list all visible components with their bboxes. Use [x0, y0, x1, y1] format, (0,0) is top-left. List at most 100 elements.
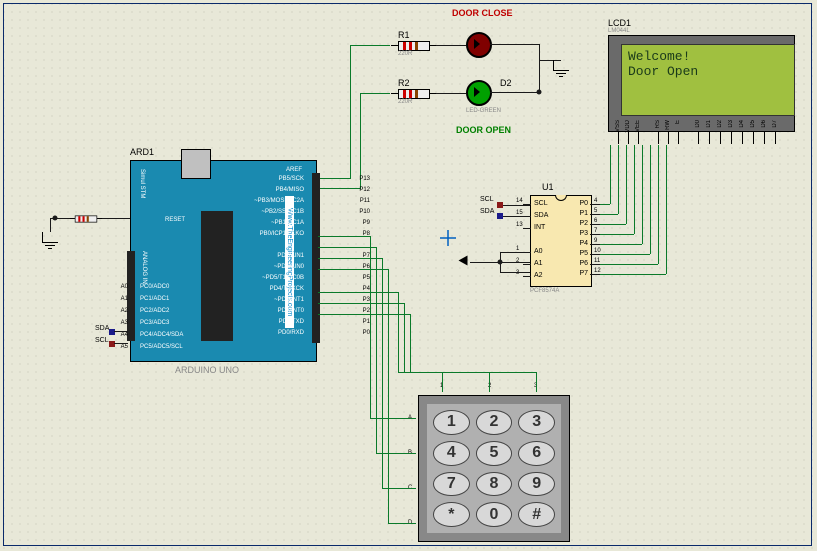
wire [500, 252, 530, 253]
net-sda-l: SDA [95, 325, 109, 332]
ard-inner-r: PD7/AIN1 [250, 253, 304, 259]
lcd-pin-label: E [675, 120, 681, 124]
led-red [466, 32, 492, 58]
lcd-pin-label: D5 [750, 120, 756, 128]
lcd-pin-label: VSS [615, 120, 621, 132]
lcd-line-1: Welcome! [628, 49, 788, 64]
ard-pin-l: A1 [116, 296, 128, 302]
keypad-key-*[interactable]: * [433, 502, 470, 527]
keypad-key-3[interactable]: 3 [518, 410, 555, 435]
ic-pin-num: 14 [516, 198, 523, 204]
label-door-open: DOOR OPEN [456, 125, 511, 135]
r1-val: 220R [398, 51, 412, 57]
sim-model-label: Simul STM [139, 169, 145, 198]
lcd-pin [775, 132, 776, 144]
ard-pin-l: A0 [116, 284, 128, 290]
ard-pin-l: A3 [116, 320, 128, 326]
ard-inner-r: PD2/INT0 [250, 308, 304, 314]
lcd-pin-label: D2 [717, 120, 723, 128]
r2-val: 220R [398, 99, 412, 105]
ard-inner-r: ~PB2/SS/OC1B [250, 209, 304, 215]
lcd-pin-label: RW [665, 120, 671, 130]
ard-pin-r: P13 [320, 176, 370, 182]
wire [50, 218, 51, 232]
net-sda: SDA [480, 208, 494, 215]
wire [490, 92, 540, 93]
lcd-pin [720, 132, 721, 144]
ic-pin-l: SDA [534, 212, 548, 219]
lcd-screen: Welcome! Door Open [621, 44, 795, 116]
ard-inner-r: ~PB3/MOSI/OC2A [250, 198, 304, 204]
header-left [127, 251, 135, 341]
led-green [466, 80, 492, 106]
keypad-key-#[interactable]: # [518, 502, 555, 527]
keypad-key-5[interactable]: 5 [476, 441, 513, 466]
aref-label: AREF [286, 167, 302, 173]
ic-pin-l: A2 [534, 272, 543, 279]
ard-ref: ARD1 [130, 147, 154, 157]
ard-inner-r: ~PD5/T1/OC0B [250, 275, 304, 281]
ard-inner-r: PB0/ICP1/CLKO [250, 231, 304, 237]
ic-pin-num: 2 [516, 258, 519, 264]
wire [360, 93, 390, 94]
wire [114, 331, 128, 332]
net-scl: SCL [480, 196, 494, 203]
lcd-pin [709, 132, 710, 144]
u1-val: PCF8574A [530, 288, 559, 294]
ic-pin-r: P4 [574, 240, 588, 247]
ard-pin-l: A2 [116, 308, 128, 314]
lcd-pin-label: D7 [772, 120, 778, 128]
r1-ref: R1 [398, 30, 410, 40]
ard-inner-l: PC5/ADC5/SCL [140, 344, 183, 350]
ard-inner-r: PD0/RXD [250, 330, 304, 336]
keypad-key-9[interactable]: 9 [518, 472, 555, 497]
d2-ref: D2 [500, 78, 512, 88]
mcu-chip-icon [201, 211, 233, 341]
ard-pin-r: P12 [320, 187, 370, 193]
lcd-pin [638, 132, 639, 144]
keypad-key-0[interactable]: 0 [476, 502, 513, 527]
keypad-key-1[interactable]: 1 [433, 410, 470, 435]
wire [539, 60, 561, 61]
ard-inner-l: PC2/ADC2 [140, 308, 169, 314]
lcd-module: Welcome! Door Open [608, 35, 795, 132]
label-door-close: DOOR CLOSE [452, 8, 513, 18]
lcd-val: LM044L [608, 28, 630, 34]
lcd-pin [742, 132, 743, 144]
ic-pin-l: A0 [534, 248, 543, 255]
ard-pin-l: A4 [116, 332, 128, 338]
lcd-pin-label: D3 [728, 120, 734, 128]
ard-inner-r: ~PD6/AIN0 [250, 264, 304, 270]
wire [360, 93, 361, 189]
lcd-pin [678, 132, 679, 144]
ard-pin-r: P9 [320, 220, 370, 226]
keypad-key-7[interactable]: 7 [433, 472, 470, 497]
wire [490, 44, 540, 45]
wire [503, 216, 530, 217]
wire [500, 272, 530, 273]
net-scl-l: SCL [95, 337, 109, 344]
wire [539, 44, 540, 94]
net-terminal [109, 341, 115, 347]
ard-inner-r: PD1/TXD [250, 319, 304, 325]
junction-node [537, 90, 542, 95]
lcd-pin-label: VEE [635, 120, 641, 132]
ic-pin-r: P1 [574, 210, 588, 217]
ard-inner-r: ~PD3/INT1 [250, 297, 304, 303]
ic-pin-r: P2 [574, 220, 588, 227]
lcd-pin-label: D0 [695, 120, 701, 128]
keypad-key-8[interactable]: 8 [476, 472, 513, 497]
resistor-r2 [398, 89, 430, 99]
ard-pin-r: P11 [320, 198, 370, 204]
keypad-key-6[interactable]: 6 [518, 441, 555, 466]
ic-pin-r: P3 [574, 230, 588, 237]
ard-inner-r: PB5/SCK [250, 176, 304, 182]
keypad-key-2[interactable]: 2 [476, 410, 513, 435]
lcd-pin-label: D4 [739, 120, 745, 128]
ic-pin-l: INT [534, 224, 545, 231]
keypad-key-4[interactable]: 4 [433, 441, 470, 466]
lcd-pin [668, 132, 669, 144]
wire [350, 45, 390, 46]
lcd-pin [731, 132, 732, 144]
keypad-3x4: 123 456 789 *0# [418, 395, 570, 542]
